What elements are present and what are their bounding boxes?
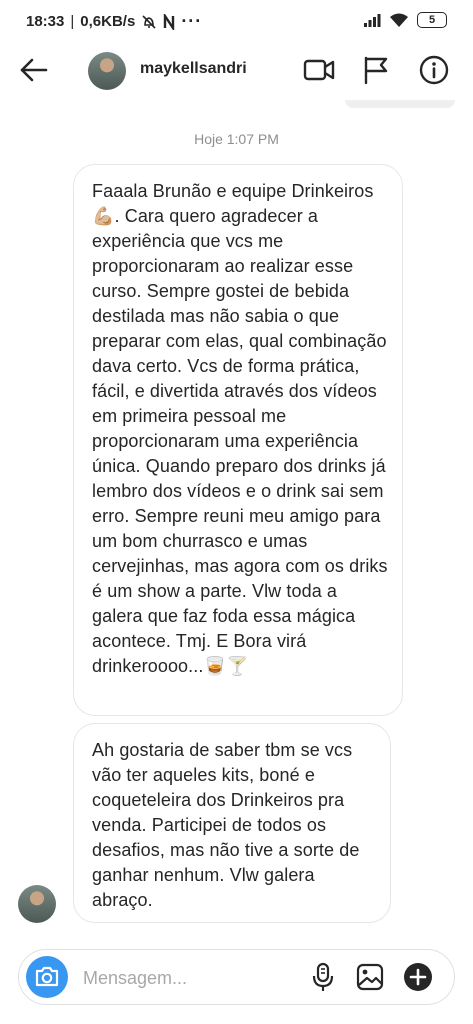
previous-message-edge bbox=[345, 100, 455, 108]
status-right: 5 bbox=[363, 12, 447, 28]
add-icon[interactable] bbox=[402, 961, 434, 993]
n-icon bbox=[164, 13, 175, 30]
camera-icon bbox=[35, 966, 59, 987]
camera-button[interactable] bbox=[26, 956, 68, 998]
status-left: 18:33 | 0,6KB/s ··· bbox=[26, 11, 202, 32]
info-icon[interactable] bbox=[418, 54, 450, 86]
username[interactable]: maykellsandri bbox=[140, 60, 247, 78]
battery-icon: 5 bbox=[417, 12, 447, 28]
wifi-icon bbox=[390, 13, 408, 27]
chat-header: maykellsandri bbox=[0, 40, 473, 100]
status-separator: | bbox=[70, 13, 75, 30]
status-extra: ··· bbox=[181, 11, 203, 31]
alarm-off-icon bbox=[142, 14, 156, 29]
flag-icon[interactable] bbox=[360, 54, 392, 86]
gallery-icon[interactable] bbox=[354, 961, 386, 993]
message-composer bbox=[18, 949, 455, 1005]
signal-icon bbox=[364, 14, 381, 27]
message-bubble[interactable]: Ah gostaria de saber tbm se vcs vão ter … bbox=[73, 723, 391, 923]
sender-avatar[interactable] bbox=[18, 885, 56, 923]
back-arrow-icon[interactable] bbox=[18, 54, 50, 86]
avatar[interactable] bbox=[88, 52, 126, 90]
message-bubble[interactable]: Faaala Brunão e equipe Drinkeiros💪🏼. Car… bbox=[73, 164, 403, 716]
microphone-icon[interactable] bbox=[307, 961, 339, 993]
network-speed: 0,6KB/s bbox=[80, 13, 136, 30]
status-time: 18:33 bbox=[26, 13, 65, 30]
message-timestamp: Hoje 1:07 PM bbox=[194, 131, 279, 147]
message-input[interactable] bbox=[81, 962, 285, 994]
video-call-icon[interactable] bbox=[303, 54, 335, 86]
status-bar: 18:33 | 0,6KB/s ··· 5 bbox=[0, 0, 473, 40]
